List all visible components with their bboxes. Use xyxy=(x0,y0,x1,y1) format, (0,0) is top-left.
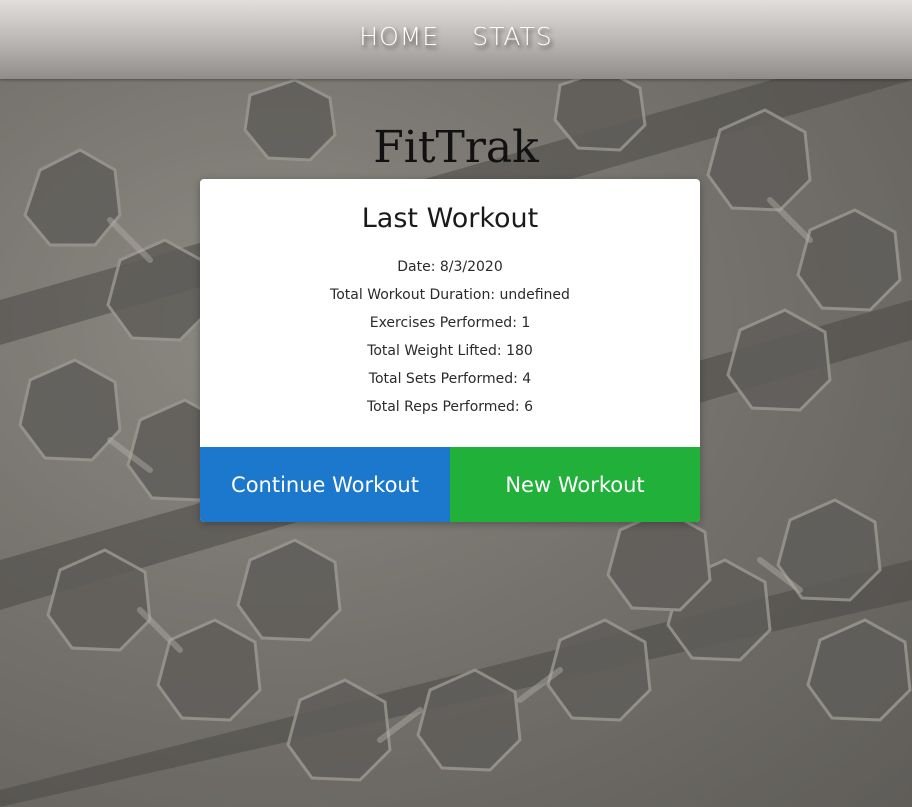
workout-stats-list: Date: 8/3/2020 Total Workout Duration: u… xyxy=(200,253,700,421)
new-workout-button[interactable]: New Workout xyxy=(450,447,700,522)
stat-weight: Total Weight Lifted: 180 xyxy=(367,343,533,359)
top-navbar: HOME STATS xyxy=(0,0,912,79)
card-actions: Continue Workout New Workout xyxy=(200,447,700,522)
stat-reps: Total Reps Performed: 6 xyxy=(366,399,534,415)
continue-workout-button[interactable]: Continue Workout xyxy=(200,447,450,522)
stat-exercises: Exercises Performed: 1 xyxy=(369,315,531,331)
last-workout-card: Last Workout Date: 8/3/2020 Total Workou… xyxy=(200,179,700,522)
stat-sets: Total Sets Performed: 4 xyxy=(368,371,532,387)
stat-date: Date: 8/3/2020 xyxy=(397,259,503,275)
nav-links: HOME STATS xyxy=(0,22,912,51)
app-title: FitTrak xyxy=(373,122,539,173)
stat-duration: Total Workout Duration: undefined xyxy=(330,287,570,303)
nav-home-link[interactable]: HOME xyxy=(359,22,439,51)
nav-stats-link[interactable]: STATS xyxy=(472,22,553,51)
card-title: Last Workout xyxy=(361,203,539,234)
